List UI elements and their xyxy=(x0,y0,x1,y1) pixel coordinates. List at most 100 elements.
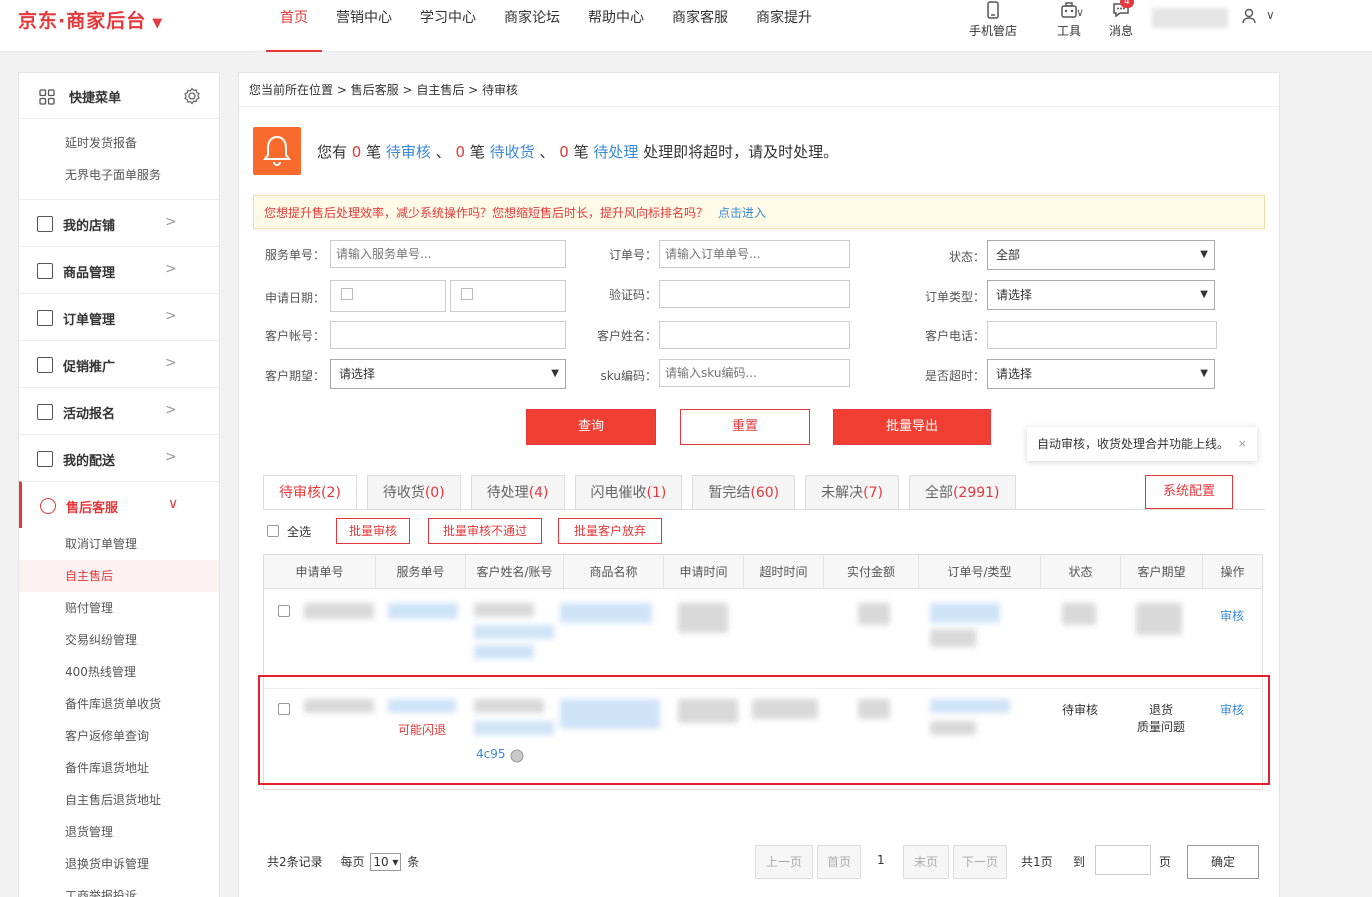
alert-link-review[interactable]: 待审核 xyxy=(386,143,431,161)
messages-tool[interactable]: 4 消息 xyxy=(1104,0,1138,39)
order-no-input[interactable] xyxy=(659,240,850,268)
select-arrow-icon: ▼ xyxy=(1200,368,1208,379)
user-icon[interactable] xyxy=(1242,8,1256,24)
tab-unresolved[interactable]: 未解决(7) xyxy=(805,475,899,509)
cust-name-input[interactable] xyxy=(659,321,850,349)
alert-link-receive[interactable]: 待收货 xyxy=(490,143,535,161)
nav-improve[interactable]: 商家提升 xyxy=(742,0,826,52)
sub-item-self-after-sales[interactable]: 自主售后 xyxy=(19,560,219,592)
sub-item-hotline[interactable]: 400热线管理 xyxy=(19,656,219,688)
gear-icon[interactable] xyxy=(183,87,201,105)
tab-pending-process[interactable]: 待处理(4) xyxy=(470,475,565,509)
service-no-input[interactable] xyxy=(330,240,566,268)
alert-link-process[interactable]: 待处理 xyxy=(593,143,638,161)
sidebar-item-activities[interactable]: 活动报名 > xyxy=(19,387,219,434)
batch-approve-button[interactable]: 批量审核 xyxy=(336,518,410,544)
sub-item-return-receipt[interactable]: 备件库退货单收货 xyxy=(19,688,219,720)
batch-reject-button[interactable]: 批量审核不通过 xyxy=(428,518,542,544)
tab-pending-review[interactable]: 待审核(2) xyxy=(263,475,357,510)
user-name-blurred[interactable] xyxy=(1152,8,1228,28)
apply-date-start[interactable] xyxy=(330,280,446,312)
verify-code-input[interactable] xyxy=(659,280,850,308)
sub-item-return-address[interactable]: 备件库退货地址 xyxy=(19,752,219,784)
sub-item-complaints[interactable]: 工商举报投诉 xyxy=(19,880,219,897)
nav-learning[interactable]: 学习中心 xyxy=(406,0,490,52)
service-no-label: 服务单号： xyxy=(264,248,325,262)
tools-menu[interactable]: 工具 ∨ xyxy=(1044,0,1094,39)
cust-expect-select[interactable]: 请选择 ▼ xyxy=(330,359,566,389)
goto-page-input[interactable] xyxy=(1095,845,1151,875)
per-page-select[interactable]: 10 ▾ xyxy=(370,853,402,871)
close-icon[interactable]: × xyxy=(1238,427,1247,461)
promo-notice: 您想提升售后处理效率，减少系统操作吗？您想缩短售后时长，提升风向标排名吗？ 点击进… xyxy=(253,195,1265,229)
tab-pending-receive[interactable]: 待收货(0) xyxy=(366,475,461,509)
alert-suffix: 处理即将超时，请及时处理。 xyxy=(643,143,839,161)
sub-item-self-return-address[interactable]: 自主售后退货地址 xyxy=(19,784,219,816)
tab-flash-collect[interactable]: 闪电催收(1) xyxy=(574,475,683,509)
first-page-button[interactable]: 首页 xyxy=(817,845,861,879)
tab-label: 未解决 xyxy=(821,485,864,501)
order-type-select[interactable]: 请选择 ▼ xyxy=(987,280,1215,310)
confirm-button[interactable]: 确定 xyxy=(1187,845,1259,879)
tab-count: (7) xyxy=(863,485,883,501)
sub-item-repair-query[interactable]: 客户返修单查询 xyxy=(19,720,219,752)
batch-abandon-button[interactable]: 批量客户放弃 xyxy=(558,518,662,544)
system-config-button[interactable]: 系统配置 xyxy=(1145,475,1233,509)
sku-input[interactable] xyxy=(659,359,850,387)
current-page[interactable]: 1 xyxy=(877,853,885,867)
user-caret-icon[interactable]: ∨ xyxy=(1266,8,1275,22)
prev-page-button[interactable]: 上一页 xyxy=(755,845,813,879)
tab-all[interactable]: 全部(2991) xyxy=(908,475,1016,509)
sub-item-returns[interactable]: 退货管理 xyxy=(19,816,219,848)
status-select-value: 全部 xyxy=(996,248,1021,262)
sidebar-item-my-store[interactable]: 我的店铺 > xyxy=(19,199,219,246)
reset-button[interactable]: 重置 xyxy=(680,409,810,445)
sub-item-disputes[interactable]: 交易纠纷管理 xyxy=(19,624,219,656)
nav-help[interactable]: 帮助中心 xyxy=(574,0,658,52)
notice-link[interactable]: 点击进入 xyxy=(718,206,766,220)
store-icon xyxy=(37,216,53,232)
nav-service[interactable]: 商家客服 xyxy=(658,0,742,52)
logo-caret-icon[interactable]: ▼ xyxy=(152,16,163,31)
next-page-button[interactable]: 下一页 xyxy=(953,845,1007,879)
sidebar-item-products[interactable]: 商品管理 > xyxy=(19,246,219,293)
sidebar-item-after-sales[interactable]: 售后客服 ∨ xyxy=(19,481,219,528)
sidebar-item-delivery[interactable]: 我的配送 > xyxy=(19,434,219,481)
nav-marketing[interactable]: 营销中心 xyxy=(322,0,406,52)
row-checkbox[interactable] xyxy=(278,605,290,617)
status-select[interactable]: 全部 ▼ xyxy=(987,240,1215,270)
sidebar-item-label: 售后客服 xyxy=(66,501,119,516)
blurred-order-type xyxy=(930,629,976,647)
sidebar-item-orders[interactable]: 订单管理 > xyxy=(19,293,219,340)
col-status: 状态 xyxy=(1041,555,1121,588)
jd-logo[interactable]: 京东·商家后台 ▼ xyxy=(18,6,163,33)
quick-item-e-waybill[interactable]: 无界电子面单服务 xyxy=(19,159,219,191)
mobile-store-label: 手机管店 xyxy=(968,24,1017,38)
review-link[interactable]: 审核 xyxy=(1204,607,1260,624)
select-all-checkbox[interactable] xyxy=(267,525,279,537)
tab-temp-closed[interactable]: 暂完结(60) xyxy=(692,475,796,509)
top-bar: 京东·商家后台 ▼ 首页 营销中心 学习中心 商家论坛 帮助中心 商家客服 商家提… xyxy=(0,0,1372,52)
select-arrow-icon: ▼ xyxy=(1200,249,1208,260)
sub-item-appeals[interactable]: 退换货申诉管理 xyxy=(19,848,219,880)
overtime-select[interactable]: 请选择 ▼ xyxy=(987,359,1215,389)
col-apply-no: 申请单号 xyxy=(264,555,376,588)
export-button[interactable]: 批量导出 xyxy=(833,409,991,445)
apply-date-end[interactable] xyxy=(450,280,566,312)
last-page-button[interactable]: 末页 xyxy=(903,845,949,879)
nav-forum[interactable]: 商家论坛 xyxy=(490,0,574,52)
query-button[interactable]: 查询 xyxy=(526,409,656,445)
sub-item-compensation[interactable]: 赔付管理 xyxy=(19,592,219,624)
sub-item-cancel-orders[interactable]: 取消订单管理 xyxy=(19,528,219,560)
nav-home[interactable]: 首页 xyxy=(266,0,322,52)
cust-phone-input[interactable] xyxy=(987,321,1217,349)
cust-account-input[interactable] xyxy=(330,321,566,349)
status-tabs: 待审核(2) 待收货(0) 待处理(4) 闪电催收(1) 暂完结(60) 未解决… xyxy=(263,475,1026,510)
order-icon xyxy=(37,310,53,326)
mobile-store-tool[interactable]: 手机管店 xyxy=(968,0,1018,39)
per-page-value: 10 xyxy=(373,855,389,869)
sidebar-item-promotion[interactable]: 促销推广 > xyxy=(19,340,219,387)
order-type-label: 订单类型： xyxy=(924,290,985,304)
quick-item-delay-report[interactable]: 延时发货报备 xyxy=(19,127,219,159)
sidebar-item-label: 订单管理 xyxy=(63,313,116,328)
